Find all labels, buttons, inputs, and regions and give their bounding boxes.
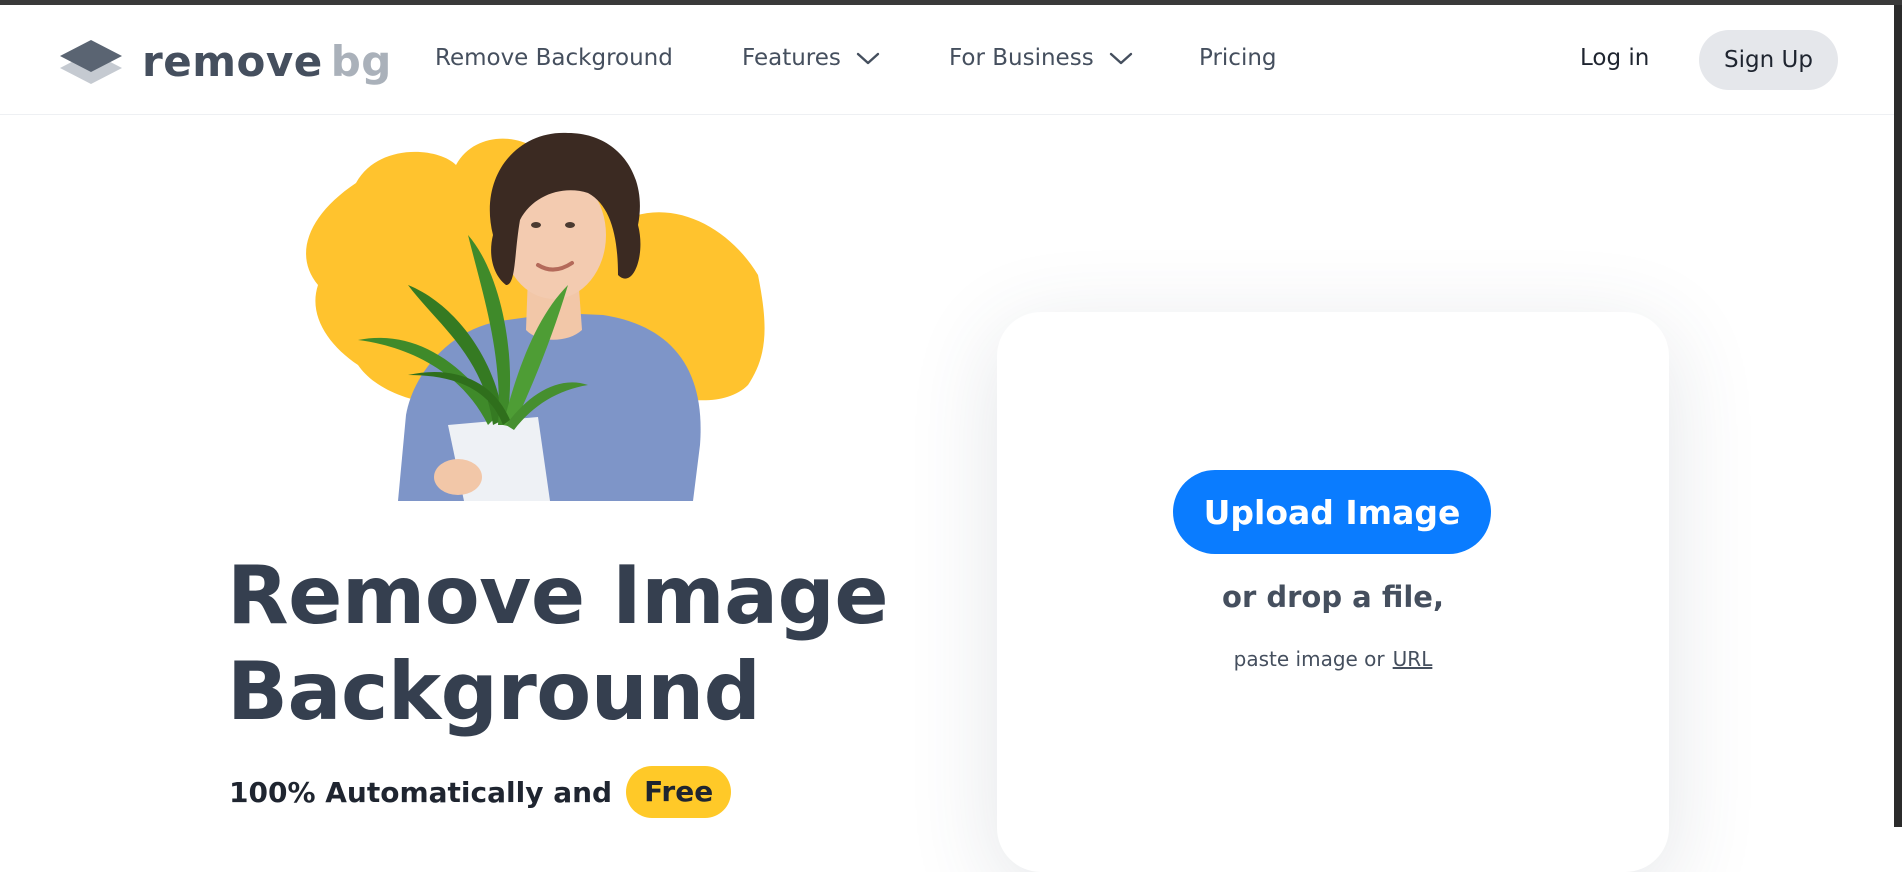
top-navbar: remove bg Remove Background Features For … xyxy=(0,5,1894,115)
hero-subtitle-text: 100% Automatically and xyxy=(229,775,613,809)
nav-for-business[interactable]: For Business xyxy=(949,45,1134,71)
nav-features-label: Features xyxy=(742,45,841,71)
nav-pricing[interactable]: Pricing xyxy=(1199,45,1277,71)
nav-pricing-label: Pricing xyxy=(1199,45,1277,71)
brand-logo[interactable]: remove bg xyxy=(58,37,392,87)
drop-file-text: or drop a file, xyxy=(1222,580,1444,614)
page-title: Remove Image Background xyxy=(227,548,889,740)
upload-card[interactable]: Upload Image or drop a file, paste image… xyxy=(997,312,1669,872)
paste-text: paste image or xyxy=(1233,647,1385,671)
chevron-down-icon xyxy=(855,50,881,66)
free-badge: Free xyxy=(626,766,732,819)
nav-for-business-label: For Business xyxy=(949,45,1094,71)
nav-features[interactable]: Features xyxy=(742,45,881,71)
paste-line: paste image or URL xyxy=(997,647,1669,671)
login-link[interactable]: Log in xyxy=(1580,45,1649,71)
nav-remove-background[interactable]: Remove Background xyxy=(435,45,673,71)
window-scrollbar[interactable] xyxy=(1894,5,1902,827)
signup-button[interactable]: Sign Up xyxy=(1699,30,1838,90)
brand-wordmark: remove bg xyxy=(142,41,392,83)
layers-logo-icon xyxy=(60,40,122,84)
nav-remove-background-label: Remove Background xyxy=(435,45,673,71)
hero-subtitle: 100% Automatically and Free xyxy=(229,766,732,819)
upload-image-button[interactable]: Upload Image xyxy=(1173,470,1491,554)
hero-illustration xyxy=(288,125,768,501)
page-title-line1: Remove Image xyxy=(227,549,889,642)
chevron-down-icon xyxy=(1108,50,1134,66)
brand-name-part2: bg xyxy=(330,37,392,86)
page-title-line2: Background xyxy=(227,645,761,738)
brand-name-part1: remove xyxy=(142,37,323,86)
url-link[interactable]: URL xyxy=(1393,647,1433,671)
